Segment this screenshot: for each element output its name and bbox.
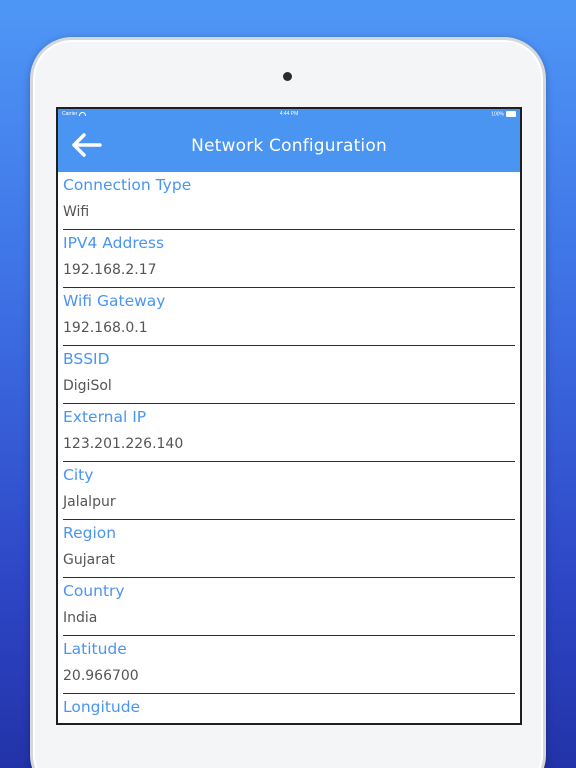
field-value: 20.966700 — [63, 668, 139, 684]
list-item: External IP 123.201.226.140 — [63, 404, 515, 462]
field-label: Latitude — [63, 640, 127, 658]
battery-icon — [506, 111, 516, 117]
field-label: External IP — [63, 408, 147, 426]
list-item: BSSID DigiSol — [63, 346, 515, 404]
list-item: Latitude 20.966700 — [63, 636, 515, 694]
list-item: Country India — [63, 578, 515, 636]
status-time: 4:44 PM — [279, 111, 299, 117]
field-label: BSSID — [63, 350, 110, 368]
field-value: 192.168.0.1 — [63, 320, 148, 336]
camera-icon — [283, 72, 292, 81]
list-item: City Jalalpur — [63, 462, 515, 520]
field-value: DigiSol — [63, 378, 112, 394]
field-label: Region — [63, 524, 117, 542]
screen: Carrier 4:44 PM 100% Network Configurati… — [56, 107, 522, 725]
app-window: Carrier 4:44 PM 100% Network Configurati… — [58, 109, 520, 723]
navigation-bar: Network Configuration — [58, 119, 520, 172]
field-label: Longitude — [63, 698, 141, 716]
list-item: Wifi Gateway 192.168.0.1 — [63, 288, 515, 346]
field-value: Wifi — [63, 204, 90, 220]
list-item: Longitude — [63, 694, 515, 723]
list-item: IPV4 Address 192.168.2.17 — [63, 230, 515, 288]
field-label: Connection Type — [63, 176, 192, 194]
field-label: Wifi Gateway — [63, 292, 166, 310]
field-value: 192.168.2.17 — [63, 262, 157, 278]
list-item: Connection Type Wifi — [63, 172, 515, 230]
battery-percent: 100% — [491, 111, 504, 118]
field-value: Gujarat — [63, 552, 116, 568]
field-value: India — [63, 610, 98, 626]
list-item: Region Gujarat — [63, 520, 515, 578]
field-label: IPV4 Address — [63, 234, 165, 252]
status-battery: 100% — [491, 111, 516, 117]
field-value: 123.201.226.140 — [63, 436, 184, 452]
network-info-list: Connection Type Wifi IPV4 Address 192.168.2… — [58, 172, 520, 723]
status-bar: Carrier 4:44 PM 100% — [58, 109, 520, 119]
field-label: Country — [63, 582, 125, 600]
page-title: Network Configuration — [191, 136, 387, 156]
field-label: City — [63, 466, 94, 484]
field-value: Jalalpur — [63, 494, 116, 510]
